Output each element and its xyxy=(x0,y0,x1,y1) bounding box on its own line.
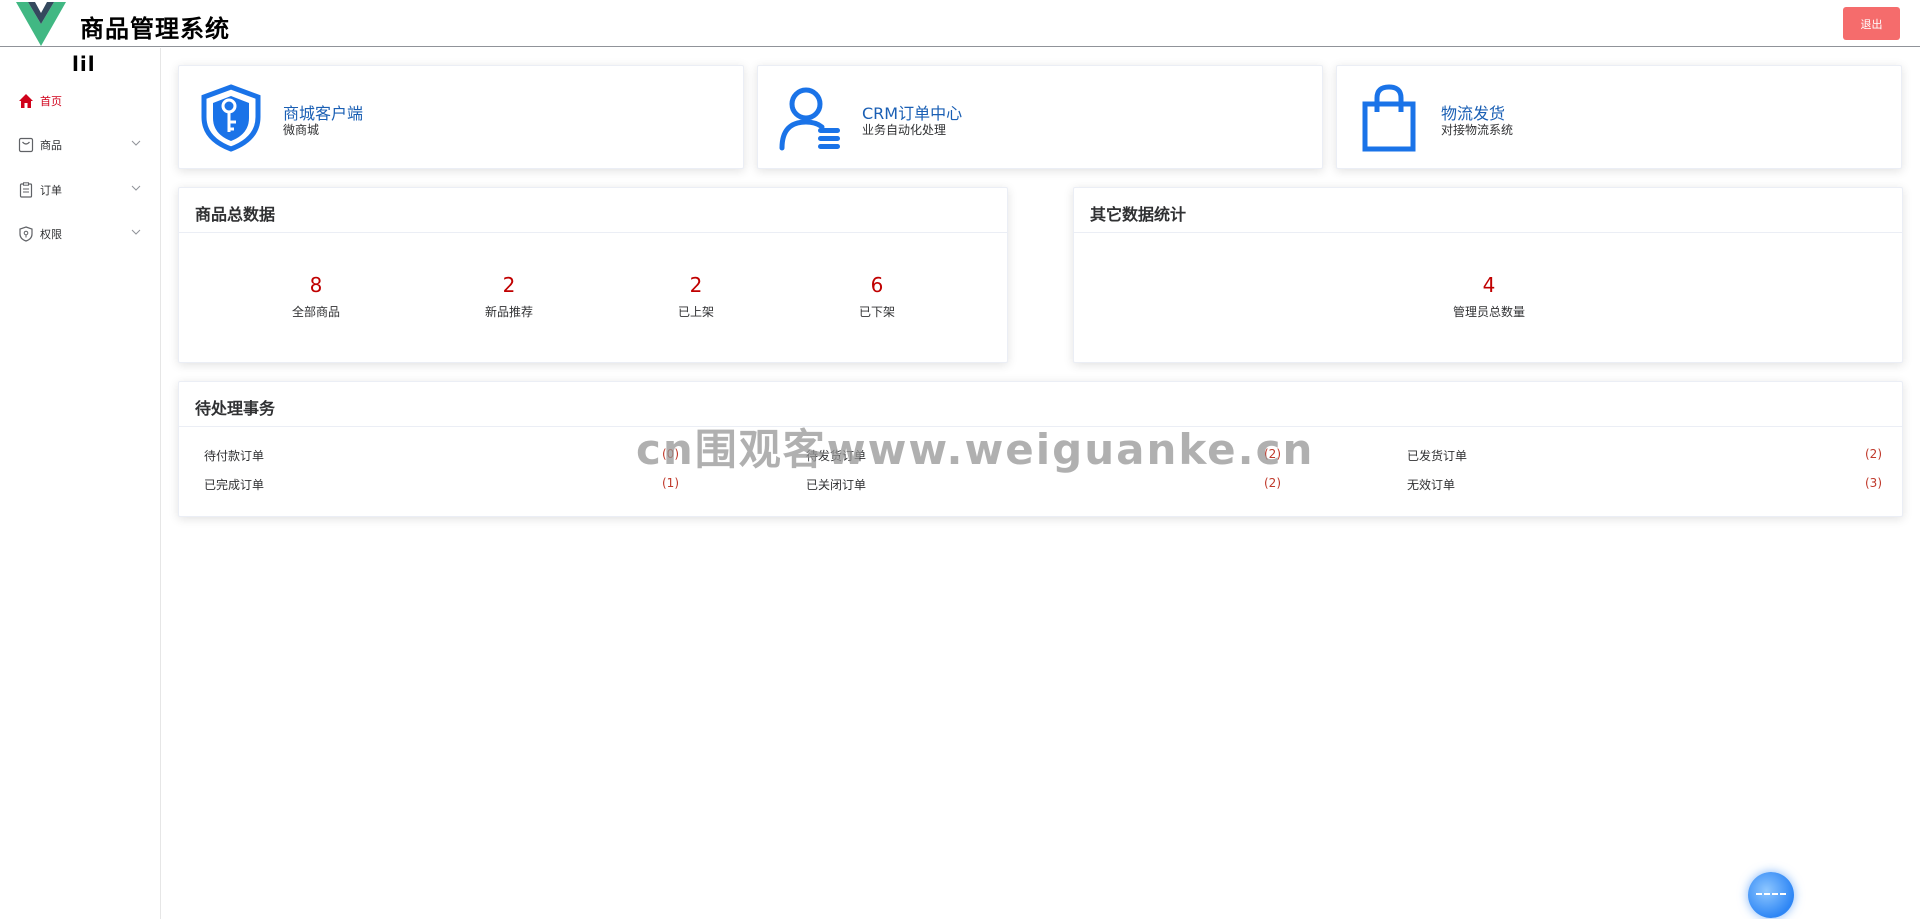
todo-count: (1) xyxy=(662,476,679,490)
todo-label[interactable]: 已完成订单 xyxy=(204,476,264,493)
sidebar-collapse-toggle[interactable]: lil xyxy=(72,52,96,76)
panel-title: 其它数据统计 xyxy=(1074,188,1902,233)
goods-icon xyxy=(18,137,34,153)
top-header: 商品管理系统 退出 xyxy=(0,0,1920,47)
shopping-bag-icon xyxy=(1362,84,1416,152)
todo-label[interactable]: 已关闭订单 xyxy=(806,476,866,493)
goods-summary-panel: 商品总数据 8 全部商品 2 新品推荐 2 已上架 6 已下架 xyxy=(178,187,1008,363)
stat-new-goods[interactable]: 2 新品推荐 xyxy=(449,273,569,320)
quick-link-crm-order[interactable]: CRM订单中心 业务自动化处理 xyxy=(757,65,1323,169)
quick-link-logistics[interactable]: 物流发货 对接物流系统 xyxy=(1336,65,1902,169)
stat-label: 已上架 xyxy=(677,305,714,319)
quick-link-mall-client[interactable]: 商城客户端 微商城 xyxy=(178,65,744,169)
stat-on-shelf[interactable]: 2 已上架 xyxy=(636,273,756,320)
home-icon xyxy=(18,93,34,109)
sidebar-item-order[interactable]: 订单 xyxy=(0,168,160,212)
stat-label: 新品推荐 xyxy=(484,305,533,319)
todo-count: (2) xyxy=(1264,476,1281,490)
sidebar-item-label: 权限 xyxy=(40,228,62,241)
todo-count: (2) xyxy=(1865,447,1882,461)
stat-value: 2 xyxy=(689,273,703,297)
todo-count: (3) xyxy=(1865,476,1882,490)
stat-value: 4 xyxy=(1482,273,1496,297)
stat-value: 6 xyxy=(870,273,884,297)
todo-label[interactable]: 无效订单 xyxy=(1407,476,1455,493)
stat-label: 已下架 xyxy=(858,305,895,319)
floating-assistant-button[interactable] xyxy=(1748,872,1794,918)
sidebar-item-goods[interactable]: 商品 xyxy=(0,123,160,167)
sidebar: lil 首页 商品 订单 权限 xyxy=(0,48,161,919)
shield-key-icon xyxy=(201,84,261,152)
chevron-down-icon xyxy=(131,140,141,146)
panel-title: 商品总数据 xyxy=(179,188,1007,233)
stat-label: 全部商品 xyxy=(291,305,340,319)
quick-link-subtitle: 业务自动化处理 xyxy=(862,123,947,137)
stat-off-shelf[interactable]: 6 已下架 xyxy=(817,273,937,320)
sidebar-item-permission[interactable]: 权限 xyxy=(0,212,160,256)
main-content: 商城客户端 微商城 CRM订单中心 业务自动化处理 物流发货 对接物流系统 商品… xyxy=(161,48,1920,919)
stat-all-goods[interactable]: 8 全部商品 xyxy=(256,273,376,320)
vue-logo-icon xyxy=(16,2,66,46)
stat-value: 2 xyxy=(502,273,516,297)
logout-button[interactable]: 退出 xyxy=(1843,7,1900,40)
todo-label[interactable]: 待付款订单 xyxy=(204,447,264,464)
sidebar-item-home[interactable]: 首页 xyxy=(0,79,160,123)
other-stats-panel: 其它数据统计 4 管理员总数量 xyxy=(1073,187,1903,363)
app-title: 商品管理系统 xyxy=(80,15,230,43)
stat-admin-count[interactable]: 4 管理员总数量 xyxy=(1429,273,1549,320)
sidebar-item-label: 订单 xyxy=(40,184,62,197)
user-list-icon xyxy=(779,87,840,151)
sidebar-item-label: 首页 xyxy=(40,95,62,108)
dash-line-icon xyxy=(1756,893,1786,895)
stat-value: 8 xyxy=(309,273,323,297)
quick-link-subtitle: 微商城 xyxy=(283,123,320,137)
stat-label: 管理员总数量 xyxy=(1452,305,1525,319)
todo-label[interactable]: 已发货订单 xyxy=(1407,447,1467,464)
chevron-down-icon xyxy=(131,185,141,191)
permission-icon xyxy=(18,226,34,242)
quick-link-subtitle: 对接物流系统 xyxy=(1441,123,1514,137)
order-icon xyxy=(18,182,34,198)
chevron-down-icon xyxy=(131,229,141,235)
watermark-text: cn围观客www.weiguanke.cn xyxy=(636,425,1315,474)
sidebar-item-label: 商品 xyxy=(40,139,62,152)
